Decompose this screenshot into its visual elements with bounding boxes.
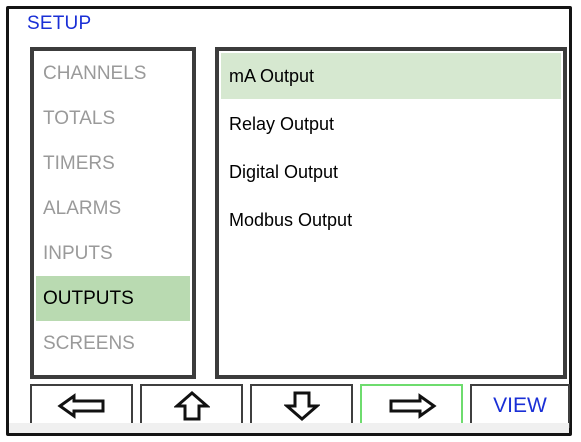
submenu-item-label: Modbus Output <box>229 209 353 230</box>
main-menu: CHANNELS TOTALS TIMERS ALARMS INPUTS OUT… <box>30 47 196 379</box>
down-button[interactable] <box>250 384 353 428</box>
menu-item-outputs[interactable]: OUTPUTS <box>36 276 190 321</box>
submenu-item-ma-output[interactable]: mA Output <box>221 53 561 99</box>
submenu: mA Output Relay Output Digital Output Mo… <box>215 47 567 379</box>
arrow-left-icon <box>56 393 104 419</box>
submenu-item-modbus-output[interactable]: Modbus Output <box>221 197 561 243</box>
menu-item-label: INPUTS <box>43 242 113 264</box>
menu-item-label: SCREENS <box>43 332 135 354</box>
arrow-right-icon <box>389 393 437 419</box>
submenu-item-digital-output[interactable]: Digital Output <box>221 149 561 195</box>
view-button[interactable]: VIEW <box>470 384 570 428</box>
menu-item-label: OUTPUTS <box>43 287 134 309</box>
submenu-item-relay-output[interactable]: Relay Output <box>221 101 561 147</box>
device-screen: SETUP CHANNELS TOTALS TIMERS ALARMS INPU… <box>6 6 572 436</box>
view-button-label: VIEW <box>493 394 547 417</box>
left-button[interactable] <box>30 384 133 428</box>
menu-item-label: CHANNELS <box>43 62 147 84</box>
arrow-down-icon <box>283 391 320 421</box>
arrow-up-icon <box>173 391 210 421</box>
screen-title: SETUP <box>27 13 92 34</box>
bottom-strip <box>9 423 569 433</box>
menu-item-screens[interactable]: SCREENS <box>36 321 190 366</box>
menu-item-channels[interactable]: CHANNELS <box>36 51 190 96</box>
menu-item-inputs[interactable]: INPUTS <box>36 231 190 276</box>
menu-item-timers[interactable]: TIMERS <box>36 141 190 186</box>
submenu-item-label: Relay Output <box>229 113 335 134</box>
menu-item-label: ALARMS <box>43 197 122 219</box>
menu-item-alarms[interactable]: ALARMS <box>36 186 190 231</box>
submenu-item-label: mA Output <box>229 65 315 86</box>
right-button[interactable] <box>360 384 463 428</box>
up-button[interactable] <box>140 384 243 428</box>
menu-item-label: TIMERS <box>43 152 115 174</box>
menu-item-label: TOTALS <box>43 107 116 129</box>
submenu-item-label: Digital Output <box>229 161 339 182</box>
menu-item-totals[interactable]: TOTALS <box>36 96 190 141</box>
